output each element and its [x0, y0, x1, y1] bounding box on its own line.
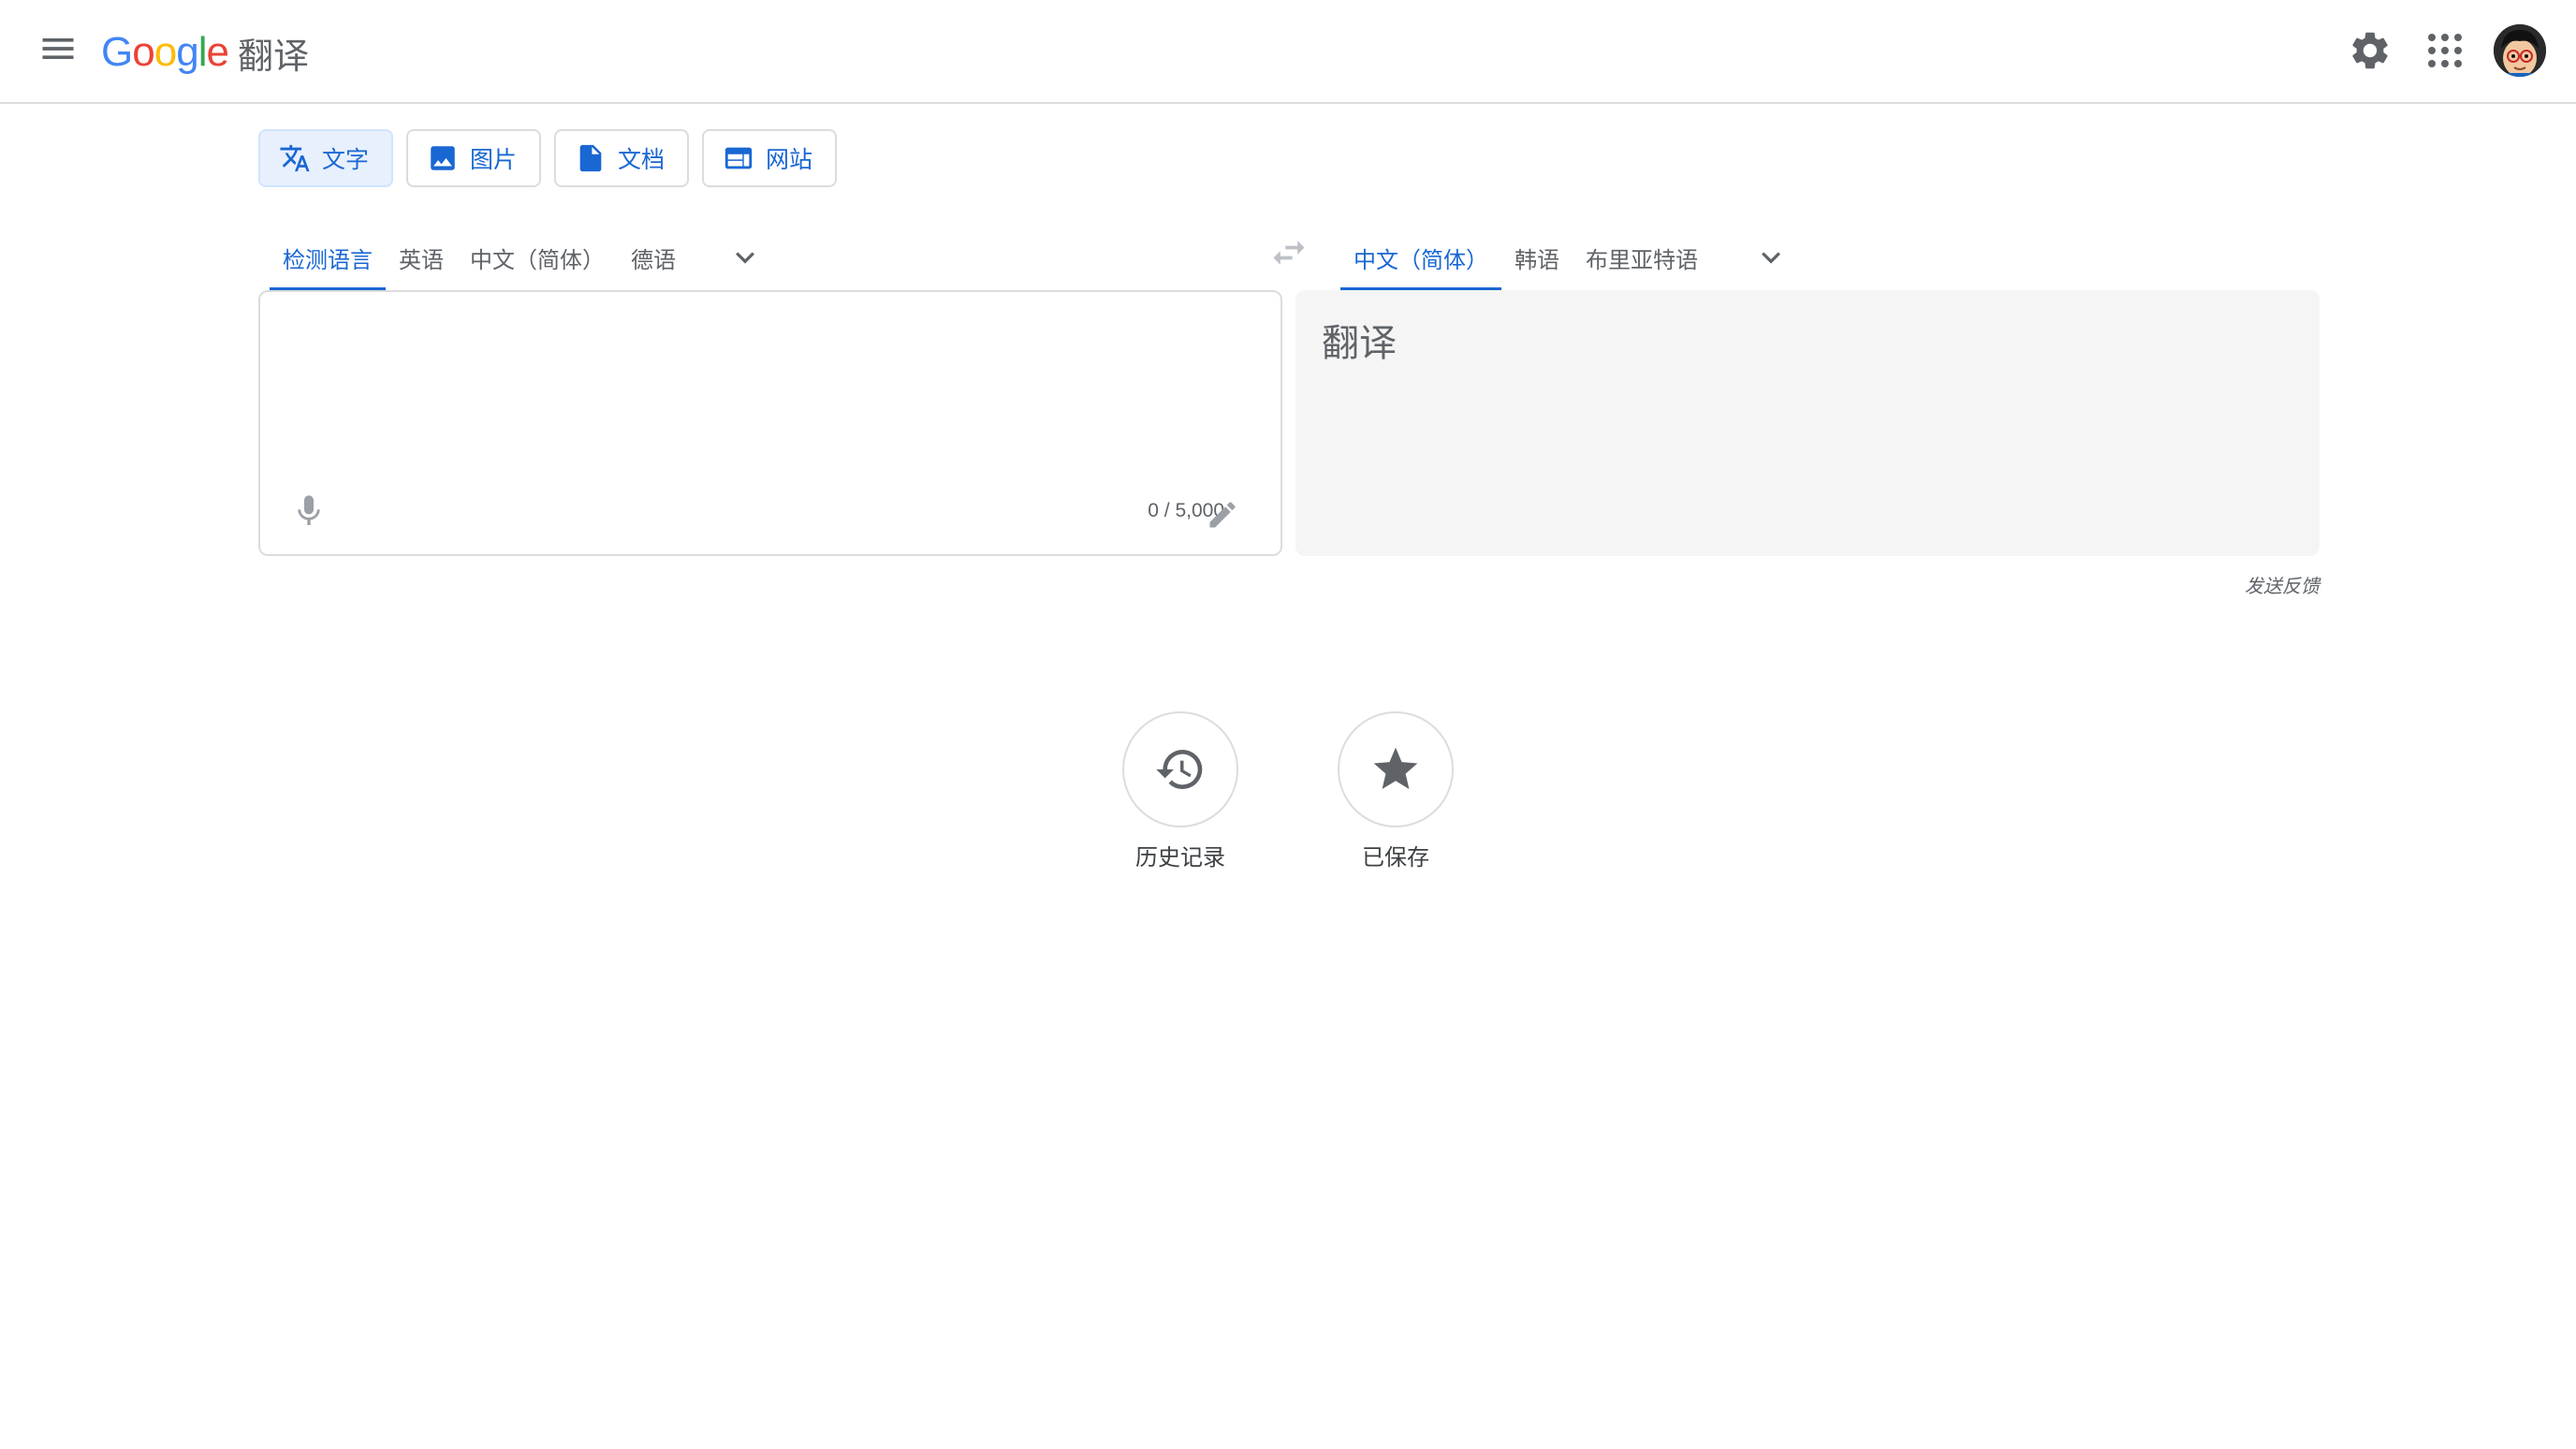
google-wordmark: Google	[101, 29, 229, 76]
logo-letter: o	[132, 29, 155, 75]
top-app-bar: Google 翻译	[0, 0, 2576, 104]
hamburger-menu-icon[interactable]	[37, 28, 79, 69]
source-text-input[interactable]	[285, 313, 1258, 462]
mode-tab-label: 图片	[470, 146, 518, 173]
history-icon	[1156, 750, 1203, 789]
google-apps-grid-icon[interactable]	[2422, 28, 2467, 73]
target-lang-buryat[interactable]: 布里亚特语	[1573, 225, 1711, 290]
account-avatar[interactable]	[2494, 24, 2546, 77]
character-count: 0 / 5,000	[1148, 500, 1224, 521]
settings-gear-icon[interactable]	[2348, 28, 2393, 73]
mode-tab-label: 文档	[618, 146, 666, 173]
logo-product-name: 翻译	[237, 35, 309, 77]
target-lang-korean[interactable]: 韩语	[1501, 225, 1573, 290]
microphone-icon[interactable]	[290, 492, 328, 530]
document-icon	[579, 144, 602, 172]
source-lang-german[interactable]: 德语	[618, 225, 689, 290]
mode-tab-image[interactable]: 图片	[406, 129, 542, 187]
logo-letter: g	[176, 29, 199, 75]
send-feedback-link[interactable]: 发送反馈	[2200, 571, 2320, 598]
logo-letter: o	[154, 29, 178, 75]
history-button[interactable]	[1122, 711, 1238, 827]
image-icon	[431, 146, 455, 170]
avatar-image-icon	[2494, 24, 2546, 77]
mode-tab-website[interactable]: 网站	[702, 129, 838, 187]
star-icon	[1373, 747, 1418, 789]
source-lang-english[interactable]: 英语	[386, 225, 457, 290]
target-more-languages-chevron-down-icon[interactable]	[1752, 239, 1790, 276]
mode-tab-document[interactable]: 文档	[554, 129, 690, 187]
mode-tab-text[interactable]: 文字	[258, 129, 394, 187]
mode-tab-label: 网站	[766, 146, 813, 173]
saved-label: 已保存	[1362, 844, 1429, 871]
source-language-bar: 检测语言 英语 中文（简体） 德语	[270, 225, 764, 290]
google-translate-logo[interactable]: Google 翻译	[101, 24, 309, 80]
edit-pencil-icon[interactable]	[1206, 498, 1239, 532]
translation-mode-tabs: 文字 图片 文档 网站	[258, 129, 838, 187]
history-label: 历史记录	[1135, 844, 1225, 871]
source-lang-detect[interactable]: 检测语言	[270, 225, 386, 290]
translation-placeholder: 翻译	[1322, 322, 1397, 365]
saved-button[interactable]	[1338, 711, 1454, 827]
target-lang-chinese-simplified[interactable]: 中文（简体）	[1340, 225, 1501, 290]
mode-tab-label: 文字	[322, 146, 370, 173]
translate-icon	[280, 144, 310, 172]
source-more-languages-chevron-down-icon[interactable]	[726, 239, 764, 276]
swap-languages-icon[interactable]	[1268, 232, 1310, 273]
source-lang-chinese-simplified[interactable]: 中文（简体）	[457, 225, 618, 290]
logo-letter: G	[101, 29, 133, 75]
logo-letter: e	[206, 29, 229, 75]
translation-output-panel: 翻译	[1295, 290, 2320, 556]
source-text-panel: 0 / 5,000	[258, 290, 1282, 556]
website-icon	[724, 147, 753, 169]
target-language-bar: 中文（简体） 韩语 布里亚特语	[1340, 225, 1790, 290]
